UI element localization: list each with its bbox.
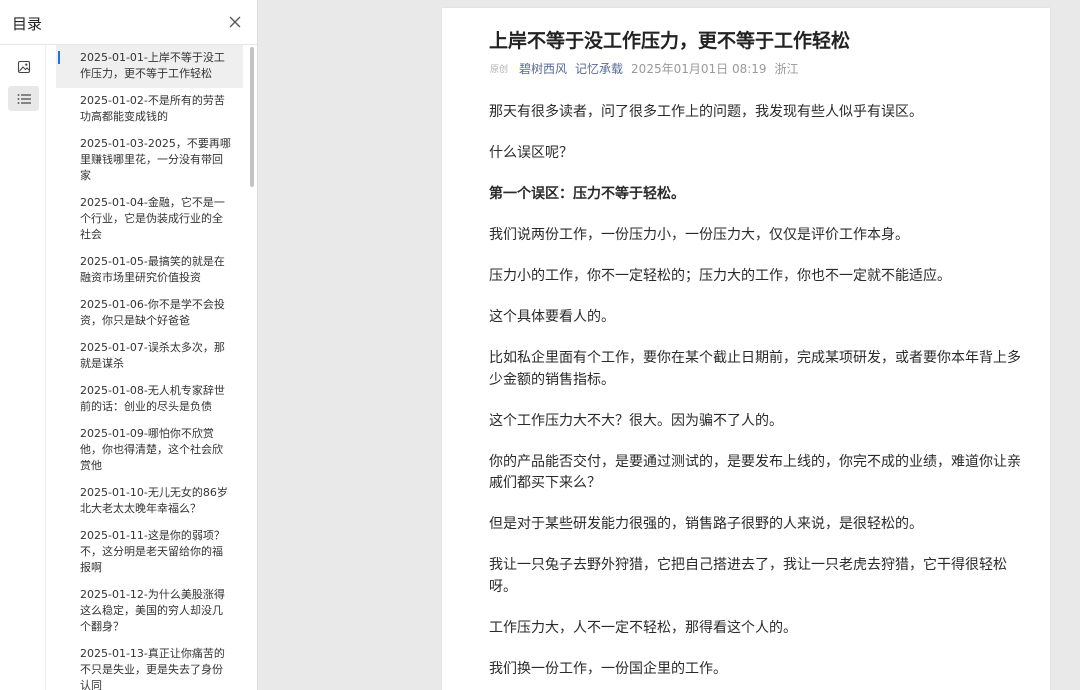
article-body: 那天有很多读者，问了很多工作上的问题，我发现有些人似乎有误区。 什么误区呢？ 第… <box>489 102 1034 690</box>
toc-item[interactable]: 2025-01-03-2025，不要再哪里赚钱哪里花，一分没有带回家 <box>56 131 243 190</box>
account-link[interactable]: 记忆承载 <box>575 60 623 77</box>
sidebar-header: 目录 <box>0 0 257 45</box>
toc-item[interactable]: 2025-01-13-真正让你痛苦的不只是失业，更是失去了身份认同 <box>56 641 243 690</box>
toc-item[interactable]: 2025-01-01-上岸不等于没工作压力，更不等于工作轻松 <box>56 45 243 88</box>
article-title: 上岸不等于没工作压力，更不等于工作轻松 <box>489 30 851 52</box>
original-tag: 原创 <box>490 65 509 75</box>
toc-list: 2025-01-01-上岸不等于没工作压力，更不等于工作轻松 2025-01-0… <box>56 45 243 690</box>
article-paragraph: 什么误区呢？ <box>489 145 573 161</box>
toc-item[interactable]: 2025-01-08-无人机专家辞世前的话：创业的尽头是负债 <box>56 378 243 421</box>
article-paragraph: 比如私企里面有个工作，要你在某个截止日期前，完成某项研发，或者要你本年背上多少金… <box>489 350 1021 388</box>
sidebar-rail <box>0 45 46 690</box>
article-paragraph: 那天有很多读者，问了很多工作上的问题，我发现有些人似乎有误区。 <box>489 104 923 120</box>
close-icon[interactable] <box>226 13 244 31</box>
image-icon[interactable] <box>8 54 39 79</box>
toc-scrollbar[interactable] <box>250 47 254 187</box>
article-paragraph: 工作压力大，人不一定不轻松，那得看这个人的。 <box>489 619 797 636</box>
toc-item[interactable]: 2025-01-07-误杀太多次，那就是谋杀 <box>56 335 243 378</box>
publish-location: 浙江 <box>774 62 799 76</box>
toc-item[interactable]: 2025-01-02-不是所有的劳苦功高都能变成钱的 <box>56 88 243 131</box>
article-paragraph: 压力小的工作，你不一定轻松的；压力大的工作，你也不一定就不能适应。 <box>489 268 951 284</box>
toc-item[interactable]: 2025-01-09-哪怕你不欣赏他，你也得清楚，这个社会欣赏他 <box>56 421 243 480</box>
toc-item[interactable]: 2025-01-06-你不是学不会投资，你只是缺个好爸爸 <box>56 292 243 335</box>
toc-item[interactable]: 2025-01-11-这是你的弱项？不，这分明是老天留给你的福报啊 <box>56 523 243 582</box>
article-paragraph: 我们换一份工作，一份国企里的工作。 <box>489 660 727 677</box>
toc-item[interactable]: 2025-01-05-最搞笑的就是在融资市场里研究价值投资 <box>56 249 243 292</box>
toc-sidebar: 目录 2025-01-01-上岸不等于没工作压力，更不等于工作轻松 2025-0… <box>0 0 258 690</box>
publish-datetime: 2025年01月01日 08:19 <box>631 62 767 76</box>
toc-item[interactable]: 2025-01-10-无儿无女的86岁北大老太太晚年幸福么？ <box>56 480 243 523</box>
article-paragraph: 我们说两份工作，一份压力小，一份压力大，仅仅是评价工作本身。 <box>489 227 909 243</box>
article-paragraph: 我让一只兔子去野外狩猎，它把自己搭进去了，我让一只老虎去狩猎，它干得很轻松呀。 <box>489 557 1007 595</box>
sidebar-title: 目录 <box>12 15 43 33</box>
author-link[interactable]: 碧树西风 <box>519 60 567 77</box>
toc-item[interactable]: 2025-01-12-为什么美股涨得这么稳定，美国的穷人却没几个翻身？ <box>56 582 243 641</box>
article-paragraph: 你的产品能否交付，是要通过测试的，是要发布上线的，你完不成的业绩，难道你让亲戚们… <box>489 453 1021 492</box>
article-page: 上岸不等于没工作压力，更不等于工作轻松 原创 碧树西风 记忆承载 2025年01… <box>442 8 1050 690</box>
article-paragraph: 这个工作压力大不大？很大。因为骗不了人的。 <box>489 412 783 429</box>
list-icon[interactable] <box>8 86 39 111</box>
article-paragraph: 但是对于某些研发能力很强的，销售路子很野的人来说，是很轻松的。 <box>489 516 923 532</box>
article-paragraph: 这个具体要看人的。 <box>489 309 615 325</box>
article-subheading: 第一个误区：压力不等于轻松。 <box>489 186 685 202</box>
toc-item[interactable]: 2025-01-04-金融，它不是一个行业，它是伪装成行业的全社会 <box>56 190 243 249</box>
article-meta: 原创 碧树西风 记忆承载 2025年01月01日 08:19 浙江 <box>490 60 799 77</box>
